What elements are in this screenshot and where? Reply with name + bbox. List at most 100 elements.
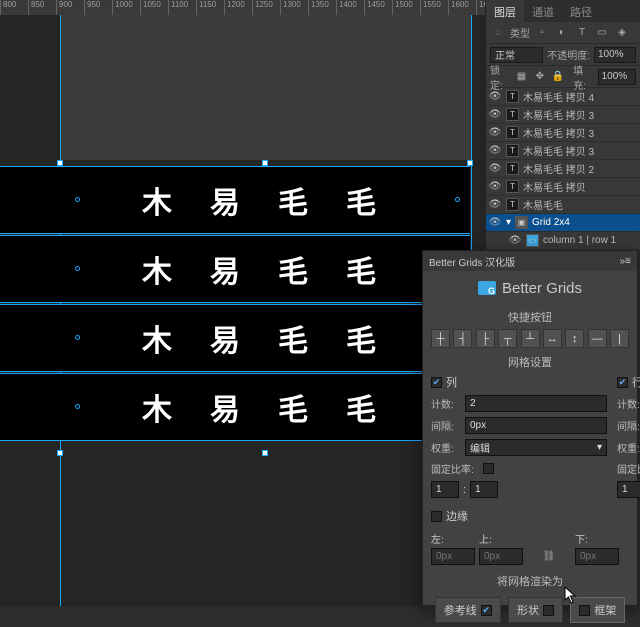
glyph: 毛 xyxy=(346,316,376,360)
search-icon[interactable]: ◌ xyxy=(490,25,506,41)
shape-thumb: ▭ xyxy=(526,234,539,247)
minus-icon[interactable]: — xyxy=(588,329,607,348)
transform-handle[interactable] xyxy=(262,160,268,166)
layer-thumb: T xyxy=(506,198,519,211)
transform-handle[interactable] xyxy=(467,160,473,166)
layer-row[interactable]: 👁T木易毛毛 拷贝 3 xyxy=(486,124,640,142)
align-left-icon[interactable]: ┤ xyxy=(453,329,472,348)
layer-row[interactable]: 👁T木易毛毛 拷贝 xyxy=(486,178,640,196)
filter-row: ◌ 类型 ▫ ◐ T ▭ ◈ xyxy=(486,22,640,44)
render-shapes-checkbox[interactable] xyxy=(543,605,554,616)
filter-text-icon[interactable]: T xyxy=(574,25,590,41)
folder-icon: ▣ xyxy=(515,216,528,229)
ratio-colon: : xyxy=(463,484,466,496)
col-weight-dropdown[interactable]: 编辑▾ xyxy=(465,439,607,456)
ruler-horizontal: 8008509009501000105011001150120012501300… xyxy=(0,0,485,15)
col-count-input[interactable] xyxy=(465,395,607,412)
filter-shape-icon[interactable]: ▭ xyxy=(594,25,610,41)
visibility-icon[interactable]: 👁 xyxy=(488,199,502,210)
ruler-tick: 1600 xyxy=(448,0,476,15)
opacity-input[interactable]: 100% xyxy=(594,47,636,63)
filter-adjust-icon[interactable]: ◐ xyxy=(554,25,570,41)
glyph: 木 xyxy=(142,316,172,360)
filter-smart-icon[interactable]: ◈ xyxy=(614,25,630,41)
margin-top-input[interactable] xyxy=(479,548,523,565)
fill-input[interactable]: 100% xyxy=(598,69,636,85)
visibility-icon[interactable]: 👁 xyxy=(508,235,522,246)
transform-handle[interactable] xyxy=(57,160,63,166)
layer-name: 木易毛毛 拷贝 xyxy=(523,179,586,194)
distribute-h-icon[interactable]: ↔ xyxy=(543,329,562,348)
margins-checkbox[interactable] xyxy=(431,511,442,522)
text-row-4[interactable]: 木 易 毛 毛 xyxy=(0,373,470,441)
render-guides-button[interactable]: 参考线 ✔ xyxy=(435,597,501,623)
quick-buttons-label: 快捷按钮 xyxy=(423,309,637,325)
layer-row[interactable]: 👁 ▭ column 1 | row 1 xyxy=(486,232,640,250)
chevron-down-icon: ▾ xyxy=(597,442,602,453)
better-grids-panel[interactable]: Better Grids 汉化版 »≡ Better Grids 快捷按钮 ┼ … xyxy=(422,250,638,606)
tab-paths[interactable]: 路径 xyxy=(562,0,600,22)
ruler-tick: 1300 xyxy=(280,0,308,15)
layer-row[interactable]: 👁T木易毛毛 拷贝 2 xyxy=(486,160,640,178)
layer-group-row[interactable]: 👁▾▣Grid 2x4 xyxy=(486,214,640,232)
collapse-icon[interactable]: »≡ xyxy=(620,256,631,267)
panel-title: Better Grids 汉化版 xyxy=(429,254,515,269)
text-row-1[interactable]: 木 易 毛 毛 xyxy=(0,166,470,234)
link-margins-icon[interactable]: ⛓ xyxy=(527,549,571,565)
layer-row[interactable]: 👁T木易毛毛 拷贝 3 xyxy=(486,106,640,124)
text-row-2[interactable]: 木 易 毛 毛 xyxy=(0,235,470,303)
lock-position-icon[interactable]: ✥ xyxy=(533,69,547,85)
render-frame-checkbox[interactable] xyxy=(579,605,590,616)
lock-all-icon[interactable]: 🔒 xyxy=(551,69,565,85)
visibility-icon[interactable]: 👁 xyxy=(488,91,502,102)
col-ratio-checkbox[interactable] xyxy=(483,463,494,474)
anchor-point[interactable] xyxy=(75,266,80,271)
visibility-icon[interactable]: 👁 xyxy=(488,181,502,192)
pipe-icon[interactable]: | xyxy=(610,329,629,348)
render-shapes-button[interactable]: 形状 xyxy=(508,597,563,623)
visibility-icon[interactable]: 👁 xyxy=(488,109,502,120)
layer-name: 木易毛毛 xyxy=(523,197,563,212)
columns-checkbox[interactable]: ✔ xyxy=(431,377,442,388)
anchor-point[interactable] xyxy=(455,197,460,202)
align-right-icon[interactable]: ├ xyxy=(476,329,495,348)
panel-titlebar[interactable]: Better Grids 汉化版 »≡ xyxy=(423,251,637,271)
col-ratio-a-input[interactable] xyxy=(431,481,459,498)
ruler-tick: 1400 xyxy=(336,0,364,15)
canvas-area[interactable]: 8008509009501000105011001150120012501300… xyxy=(0,0,485,606)
blend-mode-dropdown[interactable]: 正常 xyxy=(490,47,543,63)
layer-name: column 1 | row 1 xyxy=(543,235,616,246)
anchor-point[interactable] xyxy=(75,404,80,409)
render-guides-checkbox[interactable]: ✔ xyxy=(481,605,492,616)
anchor-point[interactable] xyxy=(75,197,80,202)
lock-pixels-icon[interactable]: ▦ xyxy=(514,69,528,85)
align-bottom-icon[interactable]: ┴ xyxy=(521,329,540,348)
text-row-3[interactable]: 木 易 毛 毛 xyxy=(0,304,470,372)
disclosure-icon[interactable]: ▾ xyxy=(506,217,511,228)
layer-row[interactable]: 👁T木易毛毛 拷贝 4 xyxy=(486,88,640,106)
visibility-icon[interactable]: 👁 xyxy=(488,127,502,138)
col-gutter-input[interactable] xyxy=(465,417,607,434)
visibility-icon[interactable]: 👁 xyxy=(488,145,502,156)
tab-channels[interactable]: 通道 xyxy=(524,0,562,22)
transform-handle[interactable] xyxy=(262,450,268,456)
render-frame-button[interactable]: 框架 xyxy=(570,597,625,623)
row-ratio-a-input[interactable] xyxy=(617,481,640,498)
visibility-icon[interactable]: 👁 xyxy=(488,163,502,174)
transform-handle[interactable] xyxy=(57,450,63,456)
col-ratio-b-input[interactable] xyxy=(470,481,498,498)
layer-row[interactable]: 👁T木易毛毛 拷贝 3 xyxy=(486,142,640,160)
rows-checkbox[interactable]: ✔ xyxy=(617,377,628,388)
margin-bottom-input[interactable] xyxy=(575,548,619,565)
margin-left-input[interactable] xyxy=(431,548,475,565)
layer-row[interactable]: 👁 T 木易毛毛 xyxy=(486,196,640,214)
anchor-point[interactable] xyxy=(75,335,80,340)
tab-layers[interactable]: 图层 xyxy=(486,0,524,22)
visibility-icon[interactable]: 👁 xyxy=(488,217,502,228)
filter-image-icon[interactable]: ▫ xyxy=(534,25,550,41)
distribute-v-icon[interactable]: ↕ xyxy=(565,329,584,348)
align-center-v-icon[interactable]: ┼ xyxy=(431,329,450,348)
glyph: 易 xyxy=(210,316,240,360)
align-top-icon[interactable]: ┬ xyxy=(498,329,517,348)
glyph: 毛 xyxy=(278,247,308,291)
